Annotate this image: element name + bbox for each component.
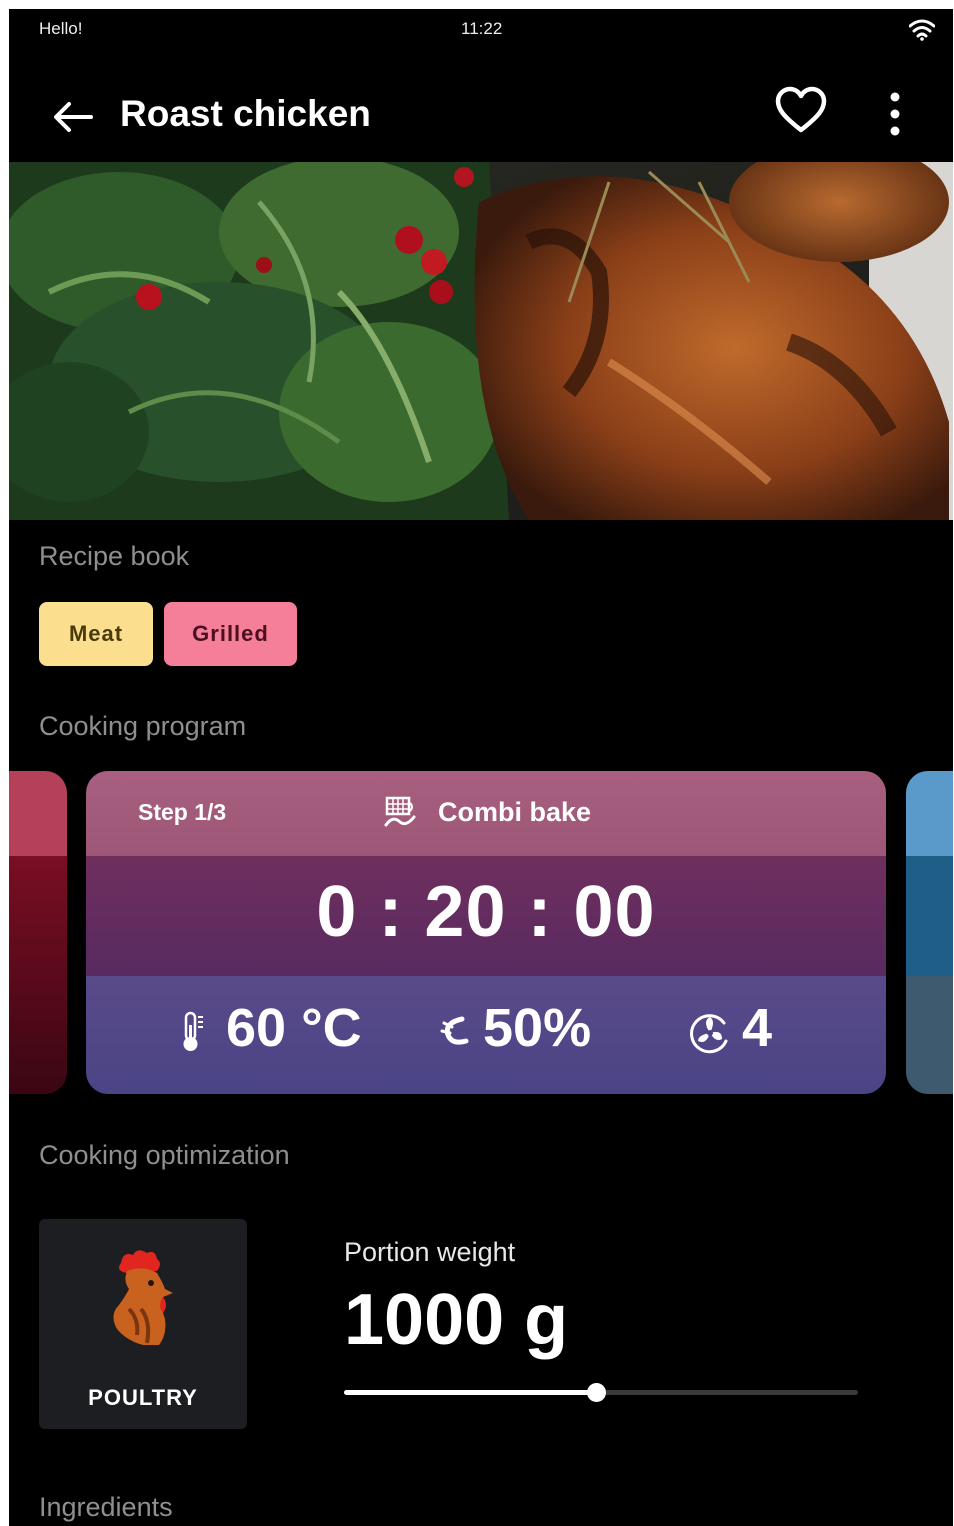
tag-meat[interactable]: Meat [39,602,153,666]
fan-level-value: 4 [742,998,773,1058]
more-vertical-icon[interactable] [875,83,915,139]
slider-thumb[interactable] [587,1383,606,1402]
cooking-optimization-heading: Cooking optimization [39,1140,290,1170]
combi-bake-icon [384,795,418,829]
ingredients-heading: Ingredients [39,1492,173,1522]
rooster-icon [107,1249,179,1349]
fan-icon [688,1011,732,1060]
page-title: Roast chicken [120,93,371,134]
arrow-left-icon[interactable] [49,93,97,141]
cooking-mode: Combi bake [438,797,592,827]
status-greeting: Hello! [39,19,83,38]
temperature-value: 60 °C [226,998,362,1058]
cooking-step-card[interactable]: Step 1/3 Combi bake 0 : 20 : 00 60 °C 50… [86,771,886,1094]
recipe-book-heading: Recipe book [39,541,190,571]
step-indicator: Step 1/3 [138,799,227,825]
thermometer-icon [178,1011,206,1058]
humidity-value: 50% [483,998,592,1058]
portion-weight-slider[interactable] [344,1380,858,1406]
app-screen: Hello! 11:22 Roast chicken Recipe book M… [9,9,953,1526]
tag-grilled[interactable]: Grilled [164,602,297,666]
slider-fill [344,1390,596,1395]
portion-weight-label: Portion weight [344,1237,516,1267]
next-step-card[interactable] [906,771,953,1094]
cooking-program-heading: Cooking program [39,711,247,741]
food-type-tile[interactable]: POULTRY [39,1219,247,1429]
status-bar: Hello! 11:22 [9,9,953,49]
heart-outline-icon[interactable] [773,83,829,139]
step-timer: 0 : 20 : 00 [316,872,656,952]
roast-chicken-photo [9,162,953,520]
app-bar: Roast chicken [9,69,953,161]
status-time: 11:22 [461,19,503,38]
previous-step-card[interactable] [9,771,67,1094]
wifi-icon [908,19,936,46]
portion-weight-value: 1000 g [344,1280,569,1360]
food-type-label: POULTRY [88,1385,198,1410]
steam-icon [438,1011,470,1058]
